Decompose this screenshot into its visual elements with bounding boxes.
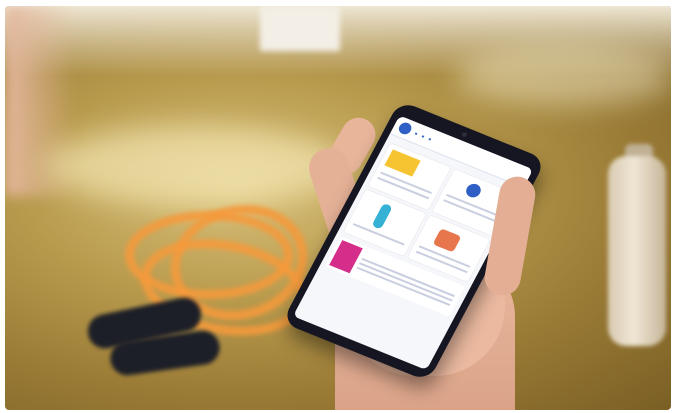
sunlight-patch [45,126,345,206]
nav-item: ■ [421,133,426,139]
photo-scene: ■ ■ ■ [5,6,671,410]
nav-item: ■ [427,135,433,142]
background-box [260,6,340,51]
sunlight-patch [455,46,671,106]
glass-bottle [608,156,666,346]
front-camera-icon [460,131,468,138]
app-logo-icon [396,120,414,137]
nav-item: ■ [414,130,419,136]
